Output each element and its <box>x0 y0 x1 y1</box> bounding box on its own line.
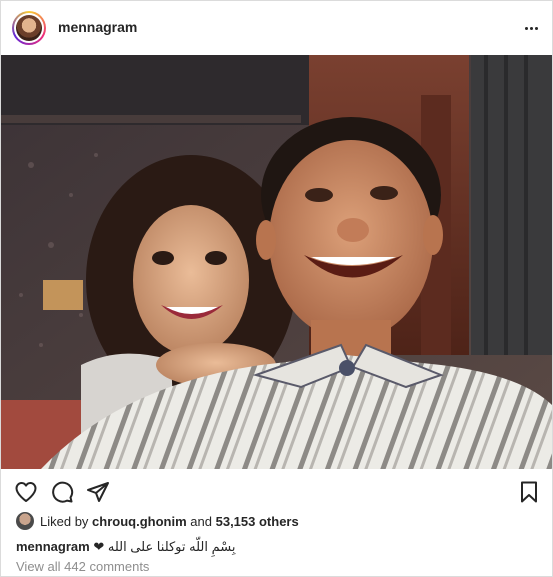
post-username[interactable]: mennagram <box>58 19 137 35</box>
avatar-image <box>16 15 42 41</box>
post-actions <box>1 471 552 511</box>
liker-avatar[interactable] <box>16 512 34 530</box>
comment-icon[interactable] <box>50 480 74 504</box>
dot <box>524 26 528 30</box>
post-caption: mennagram ❤ بِسْمِ اللّه توكلنا على الله <box>16 539 235 555</box>
heart-icon[interactable] <box>14 480 38 504</box>
caption-username[interactable]: mennagram <box>16 539 90 554</box>
photo-illustration <box>1 55 552 469</box>
paper-plane-icon[interactable] <box>86 480 110 504</box>
liker-username[interactable]: chrouq.ghonim <box>92 514 187 529</box>
caption-text: ❤ بِسْمِ اللّه توكلنا على الله <box>93 539 236 554</box>
likes-summary: Liked by chrouq.ghonim and 53,153 others <box>16 511 299 531</box>
more-options-icon[interactable] <box>522 19 540 37</box>
likes-prefix: Liked by <box>40 513 89 529</box>
likes-count[interactable]: 53,153 others <box>216 514 299 529</box>
post-photo[interactable] <box>1 55 552 469</box>
dot <box>529 26 533 30</box>
avatar-frame <box>14 13 44 43</box>
view-comments-link[interactable]: View all 442 comments <box>16 559 149 574</box>
bookmark-icon[interactable] <box>517 480 541 504</box>
post-header: mennagram <box>1 1 552 55</box>
dot <box>534 26 538 30</box>
post-card: mennagram Liked by chrouq.ghonim and 53,… <box>0 0 553 577</box>
likes-middle: and <box>190 513 212 529</box>
profile-avatar[interactable] <box>12 11 46 45</box>
